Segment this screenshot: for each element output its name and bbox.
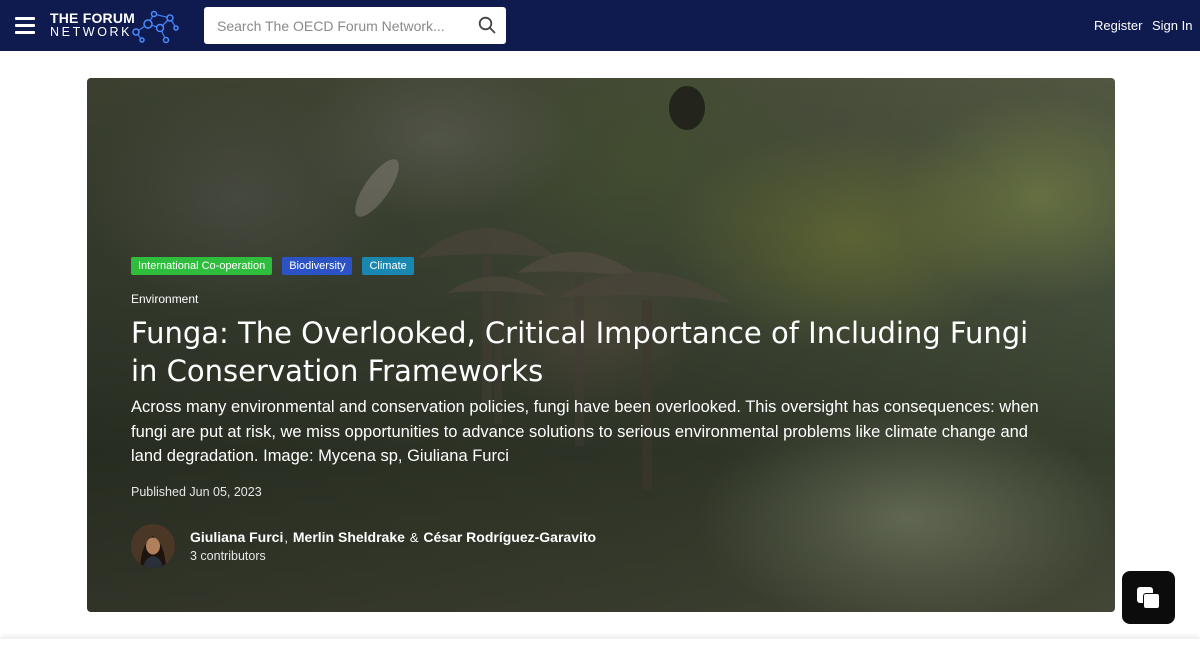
tag-list: International Co-operation Biodiversity … xyxy=(131,257,414,275)
register-link[interactable]: Register xyxy=(1094,18,1142,33)
search-input[interactable] xyxy=(204,7,474,44)
article-hero-card[interactable]: International Co-operation Biodiversity … xyxy=(87,78,1115,612)
article-category[interactable]: Environment xyxy=(131,292,198,306)
tag-biodiversity[interactable]: Biodiversity xyxy=(282,257,353,275)
author-ampersand: & xyxy=(409,530,419,545)
tag-international-cooperation[interactable]: International Co-operation xyxy=(131,257,273,275)
search-icon[interactable] xyxy=(478,16,496,34)
logo-line-2: NETWORK xyxy=(50,25,133,39)
chat-widget-button[interactable] xyxy=(1122,571,1175,624)
article-title[interactable]: Funga: The Overlooked, Critical Importan… xyxy=(131,314,1031,390)
author-separator: , xyxy=(284,530,288,545)
network-nodes-icon xyxy=(132,10,179,44)
author-list: Giuliana Furci, Merlin Sheldrake & César… xyxy=(190,529,596,545)
article-description: Across many environmental and conservati… xyxy=(131,398,1039,465)
sign-in-link[interactable]: Sign In xyxy=(1152,18,1192,33)
contributors-count: 3 contributors xyxy=(190,549,266,563)
page-content-edge xyxy=(0,639,1200,651)
author-avatar[interactable] xyxy=(131,524,175,568)
chat-bubble-front xyxy=(1143,593,1160,609)
hamburger-menu-icon[interactable] xyxy=(15,17,35,34)
person-portrait-icon xyxy=(131,524,175,568)
tag-climate[interactable]: Climate xyxy=(362,257,414,275)
author-giuliana-furci[interactable]: Giuliana Furci xyxy=(190,529,283,545)
publish-date: Published Jun 05, 2023 xyxy=(131,485,262,499)
forum-network-logo[interactable]: THE FORUM NETWORK xyxy=(50,8,180,44)
top-navigation-bar: THE FORUM NETWORK Search The OECD Forum … xyxy=(0,0,1200,51)
author-merlin-sheldrake[interactable]: Merlin Sheldrake xyxy=(293,529,405,545)
search-box xyxy=(204,7,506,44)
logo-line-1: THE FORUM xyxy=(50,10,136,26)
author-cesar-rodriguez-garavito[interactable]: César Rodríguez-Garavito xyxy=(423,529,596,545)
